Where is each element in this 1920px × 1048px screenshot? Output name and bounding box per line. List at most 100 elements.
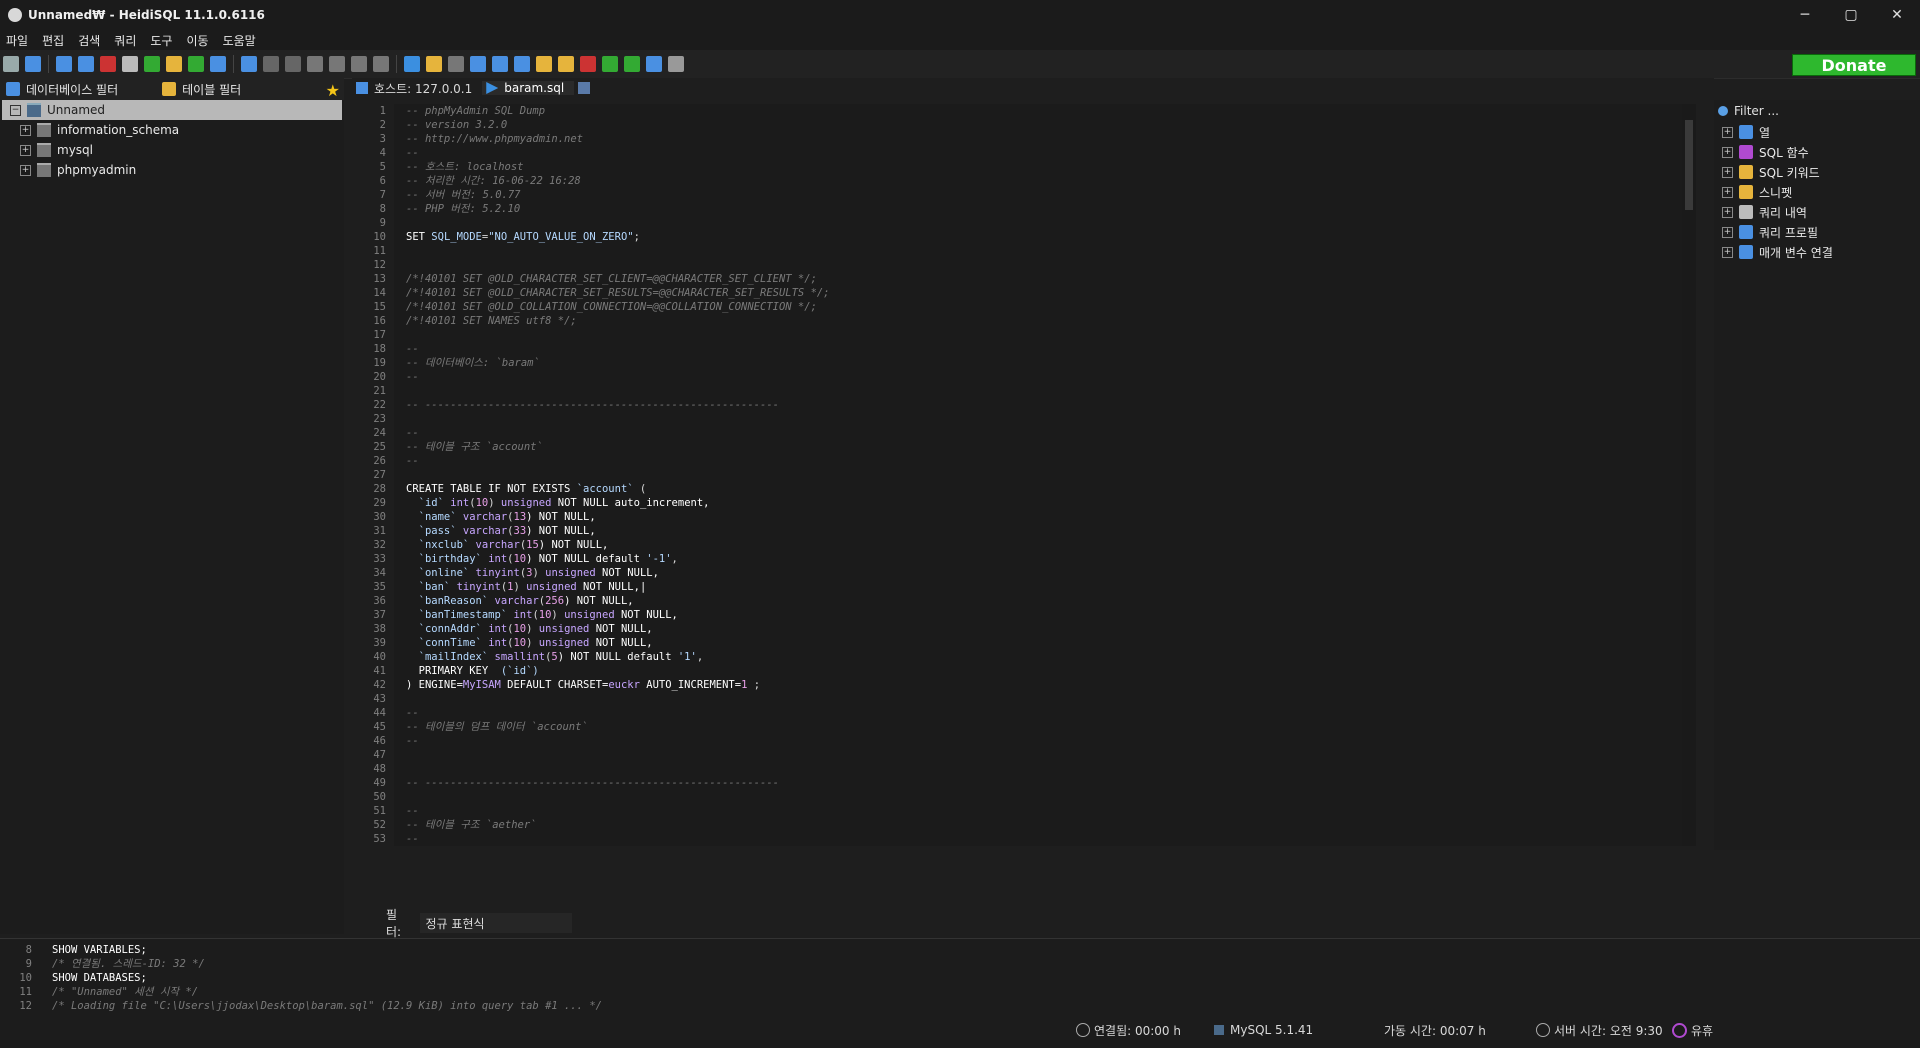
code-line: 5 -- 호스트: localhost	[380, 160, 1686, 174]
helper-item[interactable]: + 쿼리 프로필	[1714, 222, 1920, 242]
expand-icon[interactable]: +	[1722, 246, 1733, 258]
line-number: 18	[373, 343, 386, 355]
line-number: 17	[373, 329, 386, 341]
code-line: 17	[373, 328, 1686, 342]
code-token: `banTimestamp`	[406, 609, 514, 621]
helper-item[interactable]: + 쿼리 내역	[1714, 202, 1920, 222]
warning-icon[interactable]	[558, 56, 574, 72]
new-query-tab-button[interactable]	[574, 82, 606, 94]
close-tab-icon[interactable]	[668, 56, 684, 72]
save-as-icon[interactable]	[470, 56, 486, 72]
paste-icon[interactable]	[78, 56, 94, 72]
menu-search[interactable]: 검색	[72, 32, 108, 49]
helper-label: 매개 변수 연결	[1759, 245, 1833, 260]
tree-item-database[interactable]: + information_schema	[0, 120, 344, 140]
replace-icon[interactable]	[514, 56, 530, 72]
status-idle: 유휴	[1672, 1022, 1713, 1039]
code-token: varchar	[475, 539, 520, 551]
first-icon[interactable]	[263, 56, 279, 72]
clean-icon[interactable]	[536, 56, 552, 72]
filter-input[interactable]: 정규 표현식	[419, 913, 572, 933]
expand-icon[interactable]: +	[1722, 146, 1733, 158]
info-icon[interactable]	[646, 56, 662, 72]
menu-tools[interactable]: 도구	[144, 32, 180, 49]
database-icon	[37, 123, 51, 137]
helper-item[interactable]: + 매개 변수 연결	[1714, 242, 1920, 262]
disk-icon[interactable]	[580, 56, 596, 72]
db-filter-tab[interactable]: 데이터베이스 필터	[6, 81, 118, 98]
code-token: -- 테이블의 덤프 데이터 `account`	[406, 721, 588, 733]
expand-icon[interactable]: +	[20, 164, 31, 176]
copy-icon[interactable]	[56, 56, 72, 72]
apply-icon[interactable]	[351, 56, 367, 72]
save-icon[interactable]	[448, 56, 464, 72]
code-token: varchar	[462, 525, 508, 537]
tree-item-session[interactable]: − Unnamed	[2, 100, 342, 120]
expand-icon[interactable]: +	[1722, 166, 1733, 178]
helper-item[interactable]: + SQL 키워드	[1714, 162, 1920, 182]
expand-icon[interactable]: +	[1722, 206, 1733, 218]
add-icon[interactable]	[307, 56, 323, 72]
run-icon[interactable]	[404, 56, 420, 72]
minimize-button[interactable]: ─	[1782, 0, 1828, 30]
menu-goto[interactable]: 이동	[180, 32, 216, 49]
filter-bar: 필터: 정규 표현식	[352, 908, 572, 939]
tree-item-database[interactable]: + phpmyadmin	[0, 160, 344, 180]
sql-editor[interactable]: 1 -- phpMyAdmin SQL Dump 2 -- version 3.2.0…	[354, 104, 1696, 846]
reformat-icon[interactable]	[602, 56, 618, 72]
refresh-icon[interactable]	[144, 56, 160, 72]
wrap-icon[interactable]	[624, 56, 640, 72]
last-icon[interactable]	[285, 56, 301, 72]
remove-icon[interactable]	[329, 56, 345, 72]
scrollbar-thumb[interactable]	[1685, 120, 1693, 210]
code-token: SQL_MODE	[431, 231, 482, 243]
code-token: 10	[513, 637, 527, 649]
tab-query-file[interactable]: baram.sql	[482, 81, 575, 95]
donate-button[interactable]: Donate	[1792, 54, 1916, 76]
sync-icon[interactable]	[210, 56, 226, 72]
helper-item[interactable]: + 스니펫	[1714, 182, 1920, 202]
help-icon[interactable]	[241, 56, 257, 72]
expand-icon[interactable]: +	[1722, 126, 1733, 138]
new-window-icon[interactable]	[25, 56, 41, 72]
menu-file[interactable]: 파일	[0, 32, 36, 49]
connect-icon[interactable]	[3, 56, 19, 72]
find-icon[interactable]	[492, 56, 508, 72]
expand-icon[interactable]: +	[1722, 186, 1733, 198]
tree-item-database[interactable]: + mysql	[0, 140, 344, 160]
tab-host[interactable]: 호스트: 127.0.0.1	[352, 80, 482, 97]
close-button[interactable]: ✕	[1874, 0, 1920, 30]
cancel-icon[interactable]	[373, 56, 389, 72]
print-icon[interactable]	[122, 56, 138, 72]
menu-edit[interactable]: 편집	[36, 32, 72, 49]
code-token: 10	[538, 609, 552, 621]
expand-icon[interactable]: +	[1722, 226, 1733, 238]
code-line: 38 `connAddr` int(10) unsigned NOT NULL,	[373, 622, 1686, 636]
helper-item[interactable]: + SQL 함수	[1714, 142, 1920, 162]
editor-code[interactable]: 1 -- phpMyAdmin SQL Dump 2 -- version 3.2.0…	[373, 104, 1686, 846]
maximize-button[interactable]: ▢	[1828, 0, 1874, 30]
collapse-icon[interactable]: −	[10, 104, 21, 116]
code-token: -- http://www.phpmyadmin.net	[406, 133, 584, 145]
table-filter-tab[interactable]: 테이블 필터	[162, 81, 241, 98]
sql-log[interactable]: 8 SHOW VARIABLES; 9/* 연결됨. 스레드-ID: 32 */10…	[0, 938, 1920, 1021]
code-token: --	[406, 343, 419, 355]
expand-icon[interactable]: +	[20, 124, 31, 136]
menu-query[interactable]: 쿼리	[108, 32, 144, 49]
line-number: 8	[379, 203, 386, 215]
favorites-star-icon[interactable]: ★	[326, 81, 340, 100]
code-line: 11	[373, 244, 1686, 258]
undo-icon[interactable]	[100, 56, 116, 72]
expand-icon[interactable]: +	[20, 144, 31, 156]
menu-help[interactable]: 도움말	[217, 32, 264, 49]
editor-scrollbar[interactable]	[1682, 104, 1696, 846]
code-line: 33 `birthday` int(10) NOT NULL default '…	[373, 552, 1686, 566]
line-number: 45	[373, 721, 386, 733]
helper-item[interactable]: + 열	[1714, 122, 1920, 142]
users-icon[interactable]	[166, 56, 182, 72]
menu-bar: 파일 편집 검색 쿼리 도구 이동 도움말	[0, 30, 1920, 50]
code-line: 46 --	[373, 734, 1686, 748]
folder-icon[interactable]	[426, 56, 442, 72]
helpers-filter[interactable]: Filter ...	[1714, 100, 1920, 122]
export-icon[interactable]	[188, 56, 204, 72]
